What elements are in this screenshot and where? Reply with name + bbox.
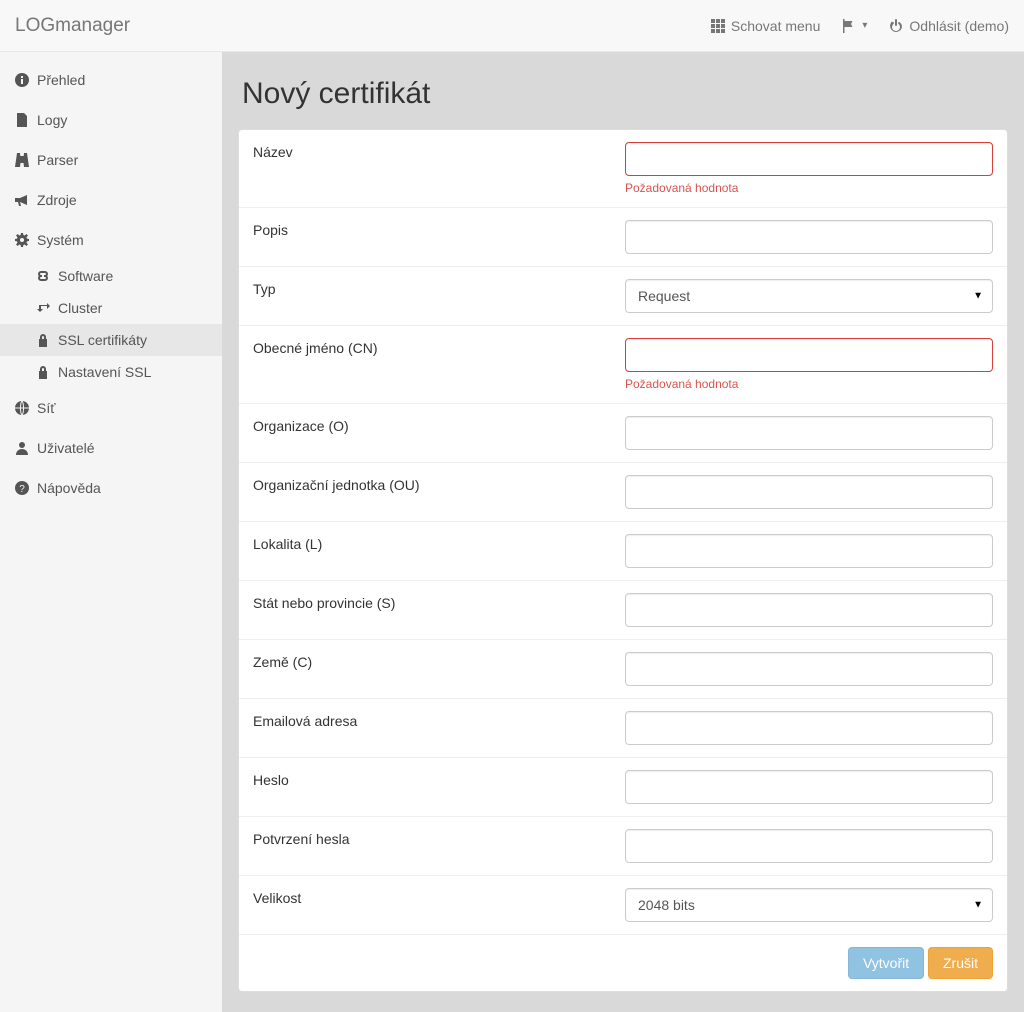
user-icon	[15, 441, 29, 455]
flag-icon	[842, 19, 856, 33]
label-cn: Obecné jméno (CN)	[253, 338, 625, 356]
info-icon	[15, 73, 29, 87]
sidebar-item-label: Cluster	[58, 300, 102, 316]
email-input[interactable]	[625, 711, 993, 745]
hide-menu-label: Schovat menu	[731, 18, 821, 34]
content: Nový certifikát Název Požadovaná hodnota…	[222, 52, 1024, 1012]
sidebar-item-users[interactable]: Uživatelé	[0, 428, 222, 468]
label-loc: Lokalita (L)	[253, 534, 625, 552]
cn-error: Požadovaná hodnota	[625, 377, 993, 391]
link-icon	[36, 269, 50, 283]
top-navbar: LOGmanager Schovat menu ▾ Odhlásit (demo…	[0, 0, 1024, 52]
label-state: Stát nebo provincie (S)	[253, 593, 625, 611]
sidebar-item-label: SSL certifikáty	[58, 332, 147, 348]
hide-menu-button[interactable]: Schovat menu	[711, 18, 821, 34]
sidebar-item-label: Nápověda	[37, 480, 101, 496]
label-org: Organizace (O)	[253, 416, 625, 434]
type-select[interactable]: Request	[625, 279, 993, 313]
caret-down-icon: ▾	[862, 20, 867, 31]
language-menu[interactable]: ▾	[842, 19, 867, 33]
certificate-form: Název Požadovaná hodnota Popis Typ Requ	[238, 129, 1008, 992]
sidebar-sub-ssl-settings[interactable]: Nastavení SSL	[0, 356, 222, 388]
sidebar-item-system[interactable]: Systém	[0, 220, 222, 260]
org-input[interactable]	[625, 416, 993, 450]
save-button[interactable]: Vytvořit	[848, 947, 924, 979]
power-icon	[889, 19, 903, 33]
label-desc: Popis	[253, 220, 625, 238]
road-icon	[15, 153, 29, 167]
form-footer: Vytvořit Zrušit	[239, 934, 1007, 991]
loc-input[interactable]	[625, 534, 993, 568]
sidebar-item-label: Nastavení SSL	[58, 364, 151, 380]
sidebar-item-logs[interactable]: Logy	[0, 100, 222, 140]
logout-label: Odhlásit (demo)	[909, 18, 1009, 34]
sidebar-item-label: Systém	[37, 232, 84, 248]
label-pass: Heslo	[253, 770, 625, 788]
sidebar-sub-software[interactable]: Software	[0, 260, 222, 292]
brand: LOGmanager	[15, 15, 130, 37]
country-input[interactable]	[625, 652, 993, 686]
label-pass2: Potvrzení hesla	[253, 829, 625, 847]
password-confirm-input[interactable]	[625, 829, 993, 863]
cn-input[interactable]	[625, 338, 993, 372]
logout-button[interactable]: Odhlásit (demo)	[889, 18, 1009, 34]
page-title: Nový certifikát	[242, 77, 1008, 111]
sidebar-item-label: Síť	[37, 400, 55, 416]
question-icon: ?	[15, 481, 29, 495]
size-select[interactable]: 2048 bits	[625, 888, 993, 922]
sidebar-item-label: Software	[58, 268, 113, 284]
sidebar-item-label: Uživatelé	[37, 440, 95, 456]
sidebar-item-overview[interactable]: Přehled	[0, 60, 222, 100]
sidebar-item-label: Logy	[37, 112, 67, 128]
gear-icon	[15, 233, 29, 247]
sidebar-sub-cluster[interactable]: Cluster	[0, 292, 222, 324]
sidebar-item-label: Zdroje	[37, 192, 77, 208]
sidebar: Přehled Logy Parser Zdroje Systém Softwa…	[0, 52, 222, 1012]
label-country: Země (C)	[253, 652, 625, 670]
sidebar-item-help[interactable]: ? Nápověda	[0, 468, 222, 508]
sidebar-item-sources[interactable]: Zdroje	[0, 180, 222, 220]
bullhorn-icon	[15, 193, 29, 207]
state-input[interactable]	[625, 593, 993, 627]
grid-icon	[711, 19, 725, 33]
sidebar-item-network[interactable]: Síť	[0, 388, 222, 428]
navbar-right: Schovat menu ▾ Odhlásit (demo)	[711, 18, 1009, 34]
label-size: Velikost	[253, 888, 625, 906]
name-error: Požadovaná hodnota	[625, 181, 993, 195]
password-input[interactable]	[625, 770, 993, 804]
sidebar-sub-ssl-certs[interactable]: SSL certifikáty	[0, 324, 222, 356]
label-type: Typ	[253, 279, 625, 297]
label-ou: Organizační jednotka (OU)	[253, 475, 625, 493]
ou-input[interactable]	[625, 475, 993, 509]
desc-input[interactable]	[625, 220, 993, 254]
sidebar-item-label: Parser	[37, 152, 78, 168]
globe-icon	[15, 401, 29, 415]
sidebar-item-parser[interactable]: Parser	[0, 140, 222, 180]
label-name: Název	[253, 142, 625, 160]
name-input[interactable]	[625, 142, 993, 176]
lock-icon	[36, 333, 50, 347]
lock-icon	[36, 365, 50, 379]
file-icon	[15, 113, 29, 127]
cancel-button[interactable]: Zrušit	[928, 947, 993, 979]
label-email: Emailová adresa	[253, 711, 625, 729]
retweet-icon	[36, 301, 50, 315]
svg-text:?: ?	[19, 484, 25, 495]
sidebar-item-label: Přehled	[37, 72, 85, 88]
